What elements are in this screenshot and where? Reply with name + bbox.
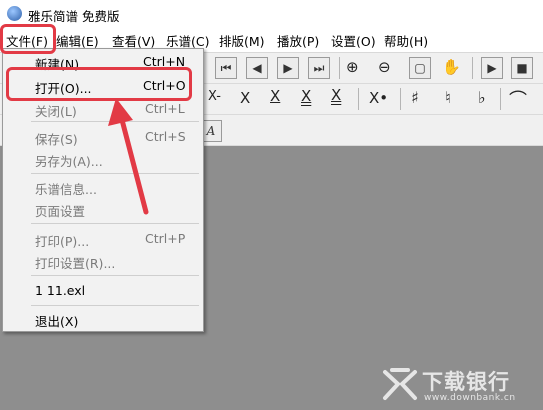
watermark-text: 下载银行 (422, 370, 510, 394)
watermark-logo-icon (383, 368, 417, 400)
watermark-url: www.downbank.cn (424, 393, 516, 403)
watermark: 下载银行 www.downbank.cn (378, 364, 538, 406)
annotation-arrow-icon (108, 98, 149, 215)
